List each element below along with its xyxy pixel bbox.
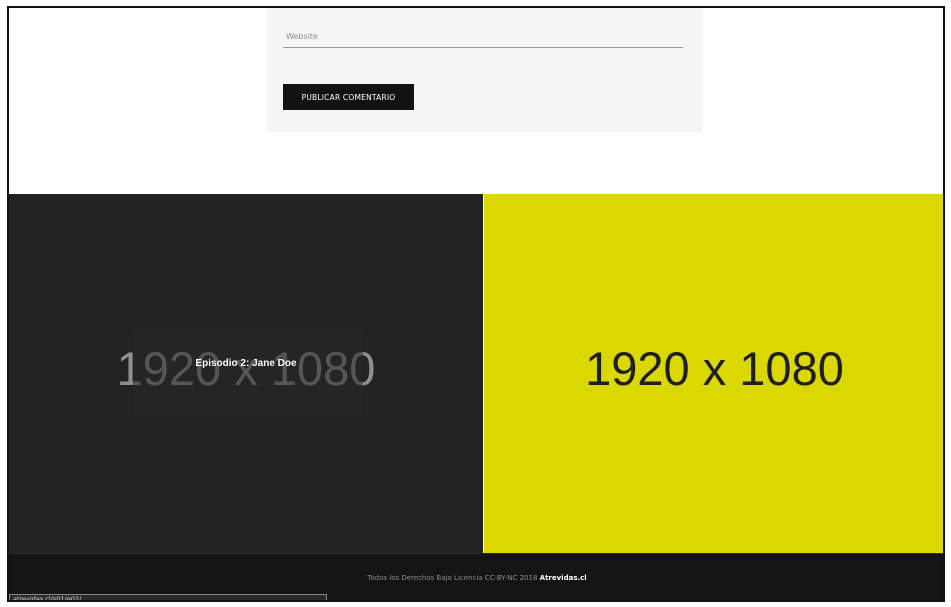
browser-viewport: PUBLICAR COMENTARIO 1920 x 1080 Episodio… <box>7 6 945 602</box>
footer-license-text: Todos los Derechos Bajo Licencia CC-BY-N… <box>367 574 538 582</box>
comment-form: PUBLICAR COMENTARIO <box>267 8 703 132</box>
episode-overlay <box>133 330 363 418</box>
episode-title[interactable]: Episodio 2: Jane Doe <box>9 358 483 369</box>
episode-card-next[interactable]: 1920 x 1080 <box>484 194 943 553</box>
publish-comment-button[interactable]: PUBLICAR COMENTARIO <box>283 84 414 110</box>
status-bar-url: atrevidas.cl/s01/e02/ <box>9 594 327 600</box>
footer-copyright: Todos los Derechos Bajo Licencia CC-BY-N… <box>9 574 943 582</box>
website-field[interactable] <box>283 26 683 48</box>
episode-card-prev[interactable]: 1920 x 1080 Episodio 2: Jane Doe <box>9 194 483 553</box>
image-placeholder-text: 1920 x 1080 <box>585 342 844 395</box>
footer-site-link[interactable]: Atrevidas.cl <box>540 574 587 582</box>
